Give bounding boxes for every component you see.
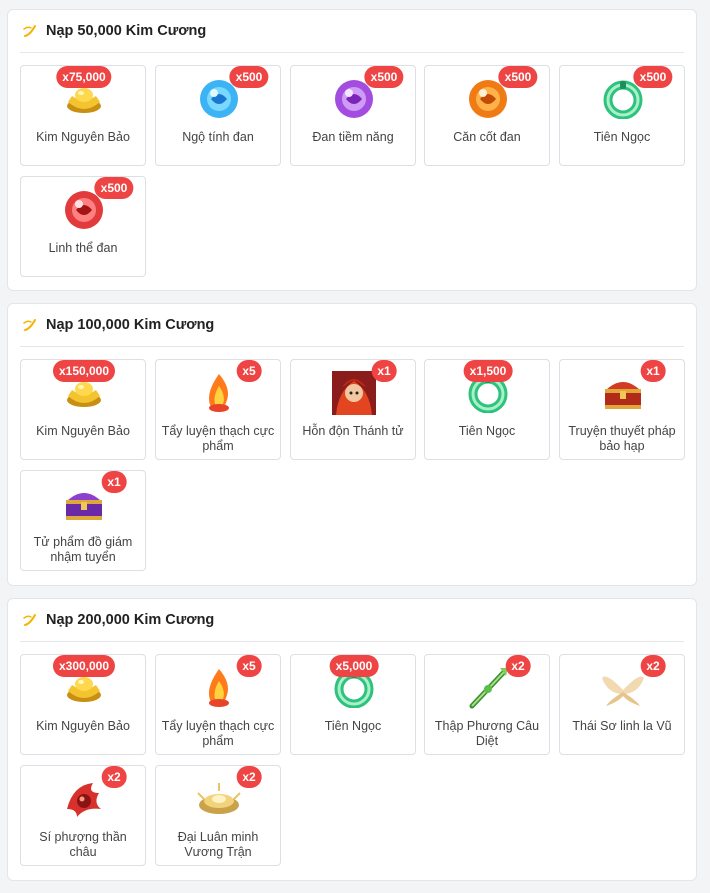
reward-item-card[interactable]: x5,000 Tiên Ngọc [290,654,416,755]
section-header: Nạp 200,000 Kim Cương [20,599,684,642]
sparkle-icon [22,317,38,333]
reward-section: Nạp 100,000 Kim Cương x150,000 Kim Nguyên … [7,303,697,586]
red-treasure-chest-icon [598,370,648,416]
quantity-badge: x5,000 [329,655,379,677]
quantity-badge: x500 [633,66,673,88]
reward-item-card[interactable]: x500 Linh thể đan [20,176,146,277]
flame-stone-icon [194,370,244,416]
reward-item-card[interactable]: x300,000 Kim Nguyên Bảo [20,654,146,755]
quantity-badge: x5 [236,360,262,382]
character-portrait-icon [329,370,379,416]
section-header: Nạp 100,000 Kim Cương [20,304,684,347]
reward-item-card[interactable]: x1 Hỗn độn Thánh tử [290,359,416,460]
phoenix-bead-icon [59,776,109,822]
quantity-badge: x2 [101,766,127,788]
reward-item-card[interactable]: x1 Tử phẩm đồ giám nhậm tuyển [20,470,146,571]
item-name: Truyện thuyết pháp bảo hạp [568,424,676,453]
flame-stone-icon [194,665,244,711]
reward-page: Nạp 50,000 Kim Cương x75,000 Kim Nguyên Bả… [0,0,710,893]
purple-treasure-chest-icon [59,481,109,527]
item-name: Kim Nguyên Bảo [36,424,130,438]
reward-item-card[interactable]: x500 Tiên Ngọc [559,65,685,166]
quantity-badge: x1 [640,360,666,382]
reward-item-card[interactable]: x2 Đại Luân minh Vương Trận [155,765,281,866]
quantity-badge: x500 [94,177,134,199]
reward-item-card[interactable]: x2 Thập Phương Câu Diệt [424,654,550,755]
reward-item-card[interactable]: x5 Tẩy luyện thạch cực phẩm [155,654,281,755]
item-name: Tẩy luyện thạch cực phẩm [161,424,275,453]
reward-section: Nạp 200,000 Kim Cương x300,000 Kim Nguyên … [7,598,697,881]
golden-wheel-icon [194,776,244,822]
reward-item-card[interactable]: x2 Sí phượng thần châu [20,765,146,866]
section-title: Nạp 200,000 Kim Cương [46,612,215,628]
item-name: Kim Nguyên Bảo [36,130,130,144]
quantity-badge: x2 [640,655,666,677]
item-name: Tiên Ngọc [593,130,651,144]
green-spear-icon [463,665,513,711]
item-name: Ngộ tính đan [182,130,254,144]
reward-section: Nạp 50,000 Kim Cương x75,000 Kim Nguyên Bả… [7,9,697,291]
feather-wings-icon [598,665,648,711]
quantity-badge: x1 [101,471,127,493]
section-header: Nạp 50,000 Kim Cương [20,10,684,53]
reward-item-card[interactable]: x5 Tẩy luyện thạch cực phẩm [155,359,281,460]
quantity-badge: x300,000 [52,655,116,677]
item-name: Linh thể đan [48,241,118,255]
quantity-badge: x5 [236,655,262,677]
item-name: Đại Luân minh Vương Trận [177,830,259,859]
reward-item-card[interactable]: x150,000 Kim Nguyên Bảo [20,359,146,460]
quantity-badge: x1 [371,360,397,382]
reward-item-card[interactable]: x1,500 Tiên Ngọc [424,359,550,460]
quantity-badge: x500 [364,66,404,88]
quantity-badge: x500 [229,66,269,88]
reward-item-card[interactable]: x2 Thái Sơ linh la Vũ [559,654,685,755]
item-name: Tiên Ngọc [458,424,516,438]
reward-item-card[interactable]: x500 Đan tiềm năng [290,65,416,166]
item-name: Tử phẩm đồ giám nhậm tuyển [33,535,133,564]
item-name: Căn cốt đan [453,130,521,144]
quantity-badge: x75,000 [56,66,112,88]
quantity-badge: x150,000 [52,360,116,382]
item-name: Tẩy luyện thạch cực phẩm [161,719,275,748]
reward-item-card[interactable]: x500 Ngộ tính đan [155,65,281,166]
section-title: Nạp 50,000 Kim Cương [46,23,207,39]
sparkle-icon [22,23,38,39]
item-name: Thập Phương Câu Diệt [434,719,540,748]
quantity-badge: x500 [498,66,538,88]
reward-item-card[interactable]: x500 Căn cốt đan [424,65,550,166]
quantity-badge: x2 [236,766,262,788]
quantity-badge: x1,500 [463,360,513,382]
item-name: Kim Nguyên Bảo [36,719,130,733]
quantity-badge: x2 [505,655,531,677]
reward-item-card[interactable]: x1 Truyện thuyết pháp bảo hạp [559,359,685,460]
reward-item-card[interactable]: x75,000 Kim Nguyên Bảo [20,65,146,166]
item-name: Hỗn độn Thánh tử [302,424,404,438]
item-name: Sí phượng thần châu [39,830,127,859]
sparkle-icon [22,612,38,628]
item-name: Đan tiềm năng [312,130,394,144]
section-title: Nạp 100,000 Kim Cương [46,317,215,333]
item-name: Thái Sơ linh la Vũ [572,719,672,733]
item-name: Tiên Ngọc [324,719,382,733]
